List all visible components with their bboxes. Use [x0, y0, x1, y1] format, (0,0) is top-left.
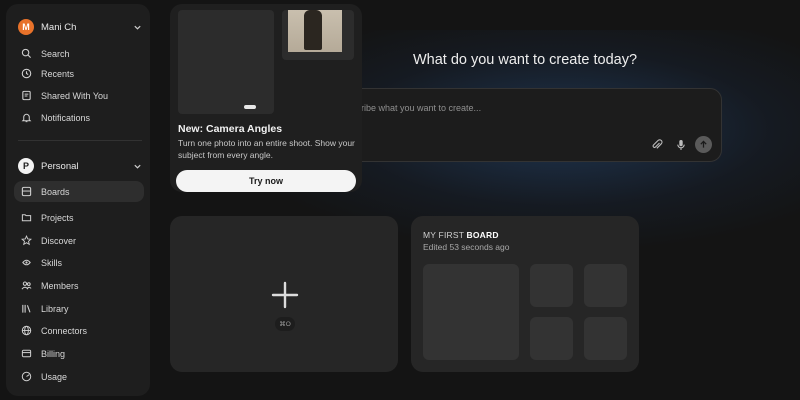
- user-menu[interactable]: M Mani Ch: [18, 16, 142, 38]
- sidebar-item-shared[interactable]: Shared With You: [14, 85, 144, 106]
- sidebar-item-discover[interactable]: Discover: [14, 230, 144, 251]
- sidebar-item-label: Notifications: [41, 112, 91, 123]
- user-name: Mani Ch: [41, 21, 77, 33]
- board-thumbnail-large: [423, 264, 519, 360]
- sidebar-item-label: Connectors: [41, 325, 88, 336]
- preview-toggle-off: [196, 105, 208, 109]
- sidebar-item-label: Shared With You: [41, 90, 109, 101]
- sidebar-item-label: Members: [41, 280, 79, 291]
- workspace-name: Personal: [41, 160, 79, 172]
- promo-preview-toolbar: [178, 100, 274, 114]
- sidebar-item-label: Usage: [41, 371, 68, 382]
- board-title: MY FIRST BOARD: [423, 230, 499, 240]
- promo-title: New: Camera Angles: [178, 123, 283, 135]
- sidebar-item-label: Library: [41, 303, 69, 314]
- photo-subject: [304, 10, 322, 50]
- board-thumbnail: [530, 317, 573, 360]
- shortcut-hint: ⌘O: [275, 317, 295, 331]
- user-avatar: M: [18, 19, 34, 35]
- board-edited-time: Edited 53 seconds ago: [423, 242, 510, 252]
- board-thumbnail: [584, 264, 627, 307]
- preview-toggle-on: [244, 105, 256, 109]
- promo-description: Turn one photo into an entire shoot. Sho…: [178, 138, 355, 160]
- sidebar-item-label: Discover: [41, 235, 77, 246]
- plus-icon: [271, 281, 299, 309]
- board-thumbnail: [584, 317, 627, 360]
- sidebar-item-library[interactable]: Library: [14, 298, 144, 319]
- boards-icon: [21, 186, 32, 197]
- sidebar-item-label: Search: [41, 48, 70, 59]
- sidebar-item-notifications[interactable]: Notifications: [14, 107, 144, 128]
- bell-icon: [21, 112, 32, 123]
- sidebar-item-projects[interactable]: Projects: [14, 207, 144, 228]
- sidebar-item-label: Boards: [41, 186, 70, 197]
- board-thumbnail: [530, 264, 573, 307]
- billing-icon: [21, 348, 32, 359]
- send-button[interactable]: [695, 136, 712, 153]
- prompt-box: [330, 88, 722, 162]
- new-board-card[interactable]: ⌘O: [170, 216, 398, 372]
- attach-icon[interactable]: [650, 138, 664, 152]
- sidebar-item-usage[interactable]: Usage: [14, 366, 144, 387]
- promo-photo: [282, 10, 354, 60]
- page-heading: What do you want to create today?: [412, 52, 638, 68]
- sidebar: M Mani Ch Search Recents Shared With You…: [6, 4, 150, 396]
- globe-icon: [21, 325, 32, 336]
- sidebar-item-label: Billing: [41, 348, 66, 359]
- sidebar-item-members[interactable]: Members: [14, 275, 144, 296]
- sidebar-item-search[interactable]: Search: [14, 43, 144, 64]
- folder-icon: [21, 212, 32, 223]
- sidebar-item-label: Recents: [41, 68, 75, 79]
- clock-icon: [21, 68, 32, 79]
- sidebar-item-connectors[interactable]: Connectors: [14, 320, 144, 341]
- sidebar-divider: [18, 140, 142, 141]
- chevron-down-icon: [132, 161, 142, 171]
- members-icon: [21, 280, 32, 291]
- sidebar-item-label: Skills: [41, 257, 63, 268]
- chevron-down-icon: [132, 22, 142, 32]
- sidebar-item-recents[interactable]: Recents: [14, 63, 144, 84]
- search-icon: [21, 48, 32, 59]
- prompt-input[interactable]: [361, 101, 661, 115]
- workspace-switcher[interactable]: P Personal: [18, 155, 142, 177]
- sidebar-item-boards[interactable]: Boards: [14, 181, 144, 202]
- shared-icon: [21, 90, 32, 101]
- library-icon: [21, 303, 32, 314]
- arrow-up-icon: [700, 140, 707, 148]
- star-icon: [21, 235, 32, 246]
- board-title-bold: BOARD: [466, 230, 499, 240]
- board-title-prefix: MY FIRST: [423, 230, 464, 240]
- board-card[interactable]: MY FIRST BOARD Edited 53 seconds ago: [411, 216, 639, 372]
- promo-card-camera-angles: New: Camera Angles Turn one photo into a…: [170, 4, 362, 192]
- try-now-button[interactable]: Try now: [176, 170, 356, 192]
- promo-preview-image: [178, 10, 274, 114]
- sidebar-item-billing[interactable]: Billing: [14, 343, 144, 364]
- skills-icon: [21, 257, 32, 268]
- sidebar-item-label: Projects: [41, 212, 74, 223]
- microphone-icon[interactable]: [674, 138, 688, 152]
- workspace-avatar: P: [18, 158, 34, 174]
- sidebar-item-skills[interactable]: Skills: [14, 252, 144, 273]
- usage-icon: [21, 371, 32, 382]
